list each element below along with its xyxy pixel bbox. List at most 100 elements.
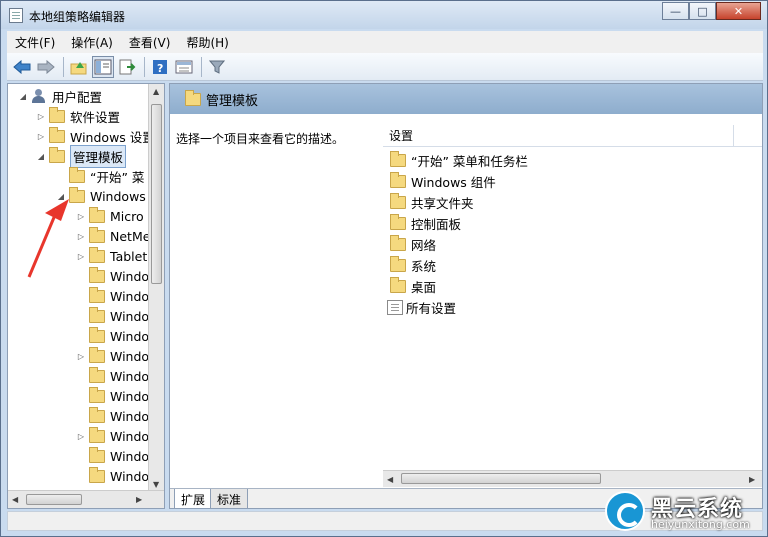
tree-item-label: Windo — [110, 288, 150, 304]
tree-item[interactable]: Windo — [76, 446, 149, 466]
menu-file[interactable]: 文件(F) — [7, 34, 63, 51]
list-item-shared-folders[interactable]: 共享文件夹 — [387, 192, 474, 212]
svg-text:?: ? — [157, 62, 163, 75]
tree-item[interactable]: Windo — [76, 266, 149, 286]
list-item-start-menu[interactable]: “开始” 菜单和任务栏 — [387, 150, 528, 170]
folder-icon — [89, 206, 105, 223]
menu-action[interactable]: 操作(A) — [63, 34, 121, 51]
scroll-right-icon[interactable]: ▶ — [136, 495, 142, 504]
tree-item[interactable]: Windo — [76, 466, 149, 486]
scroll-down-icon[interactable]: ▼ — [153, 480, 159, 489]
app-icon — [9, 8, 23, 23]
list-item-windows-components[interactable]: Windows 组件 — [387, 171, 496, 191]
up-folder-button[interactable] — [68, 56, 90, 78]
tree-item[interactable]: Windo — [76, 366, 149, 386]
tree-vertical-scrollbar[interactable]: ▲ ▼ — [148, 84, 164, 492]
details-title: 管理模板 — [206, 93, 259, 109]
tree-item-label: Micro — [110, 208, 144, 224]
list-item-network[interactable]: 网络 — [387, 234, 436, 254]
tree-item-label: 管理模板 — [70, 144, 127, 168]
tree-item-label: 用户配置 — [52, 89, 103, 105]
folder-icon — [390, 192, 406, 209]
collapsed-arrow-icon[interactable]: ▷ — [36, 132, 46, 141]
menu-bar: 文件(F) 操作(A) 查看(V) 帮助(H) — [7, 31, 763, 53]
toolbar: ? — [7, 53, 763, 81]
tree-item[interactable]: Windo — [76, 306, 149, 326]
list-horizontal-scroll-thumb[interactable] — [401, 473, 601, 484]
show-hide-tree-button[interactable] — [92, 55, 114, 78]
tree-horizontal-scrollbar[interactable]: ◀ ▶ — [8, 490, 164, 508]
tree-item-label: Windo — [110, 348, 150, 364]
scroll-up-icon[interactable]: ▲ — [153, 87, 159, 96]
tree-item[interactable]: Windo — [76, 326, 149, 346]
tree-item[interactable]: ▷ Windo — [76, 426, 149, 446]
help-button[interactable]: ? — [149, 56, 171, 78]
collapsed-arrow-icon[interactable]: ▷ — [76, 432, 86, 441]
tree-vertical-scroll-thumb[interactable] — [151, 104, 162, 284]
tab-standard[interactable]: 标准 — [210, 489, 249, 508]
back-button[interactable] — [11, 56, 33, 78]
tree-item[interactable]: ▷ Micro — [76, 206, 144, 226]
user-icon — [31, 89, 47, 103]
forward-button[interactable] — [35, 56, 57, 78]
tab-extended[interactable]: 扩展 — [174, 489, 213, 508]
tree-item-software-settings[interactable]: ▷ 软件设置 — [36, 106, 120, 126]
close-button[interactable]: ✕ — [716, 2, 761, 20]
tree-item-admin-templates[interactable]: ◢ 管理模板 — [36, 144, 127, 168]
folder-icon — [49, 106, 65, 123]
expanded-arrow-icon[interactable]: ◢ — [36, 152, 46, 161]
folder-icon — [89, 286, 105, 303]
tree-item[interactable]: Windo — [76, 406, 149, 426]
list-horizontal-scrollbar[interactable]: ◀ ▶ — [383, 470, 762, 487]
tree-item-user-config[interactable]: ◢ 用户配置 — [18, 86, 102, 106]
menu-help[interactable]: 帮助(H) — [178, 34, 236, 51]
console-tree: ◢ 用户配置 ▷ 软件设置 ▷ Windows 设置 ◢ 管理模板 “开始” 菜… — [7, 83, 165, 509]
tree-item-windows-settings[interactable]: ▷ Windows 设置 — [36, 126, 155, 146]
tree-item[interactable]: ▷ NetMe — [76, 226, 150, 246]
watermark-url: heiyunxitong.com — [651, 518, 750, 531]
folder-icon — [390, 213, 406, 230]
folder-icon — [185, 89, 201, 106]
column-header-settings[interactable]: 设置 — [383, 125, 762, 147]
list-item-control-panel[interactable]: 控制面板 — [387, 213, 461, 233]
export-list-button[interactable] — [116, 56, 138, 78]
tree-item[interactable]: Windo — [76, 386, 149, 406]
tree-item-label: Windo — [110, 468, 150, 484]
settings-icon — [387, 299, 403, 315]
watermark: 黑云系统 heiyunxitong.com — [605, 491, 763, 531]
tree-item-label: Windows 设置 — [70, 129, 155, 145]
tree-horizontal-scroll-thumb[interactable] — [26, 494, 82, 505]
tree-item[interactable]: ▷ Windo — [76, 346, 149, 366]
properties-button[interactable] — [173, 56, 195, 78]
list-item-label: 控制面板 — [411, 216, 462, 232]
back-arrow-icon — [13, 59, 31, 74]
console-tree-icon — [94, 59, 112, 74]
list-item-system[interactable]: 系统 — [387, 255, 436, 275]
folder-icon — [390, 276, 406, 293]
list-item-all-settings[interactable]: 所有设置 — [387, 297, 456, 317]
menu-view[interactable]: 查看(V) — [121, 34, 179, 51]
tree-item-label: Windo — [110, 408, 150, 424]
tree-item-label: Windows — [90, 188, 146, 204]
column-divider[interactable] — [733, 125, 734, 147]
tree-item-start-menu[interactable]: “开始” 菜 — [56, 166, 144, 186]
filter-button[interactable] — [206, 56, 228, 78]
list-item-desktop[interactable]: 桌面 — [387, 276, 436, 296]
scroll-right-icon[interactable]: ▶ — [749, 475, 755, 484]
minimize-button[interactable]: — — [662, 2, 689, 20]
window-title: 本地组策略编辑器 — [29, 10, 126, 24]
maximize-button[interactable]: □ — [689, 2, 716, 20]
tree-item[interactable]: ▷ Tablet — [76, 246, 147, 266]
list-item-label: 桌面 — [411, 279, 437, 295]
toolbar-separator — [201, 56, 202, 77]
scroll-left-icon[interactable]: ◀ — [387, 475, 393, 484]
tree-item-label: Windo — [110, 428, 150, 444]
expanded-arrow-icon[interactable]: ◢ — [18, 92, 28, 101]
collapsed-arrow-icon[interactable]: ▷ — [76, 352, 86, 361]
tree-item-label: Windo — [110, 448, 150, 464]
scroll-left-icon[interactable]: ◀ — [12, 495, 18, 504]
description-text: 选择一个项目来查看它的描述。 — [176, 132, 345, 146]
tree-item[interactable]: Windo — [76, 286, 149, 306]
collapsed-arrow-icon[interactable]: ▷ — [36, 112, 46, 121]
folder-icon — [89, 426, 105, 443]
